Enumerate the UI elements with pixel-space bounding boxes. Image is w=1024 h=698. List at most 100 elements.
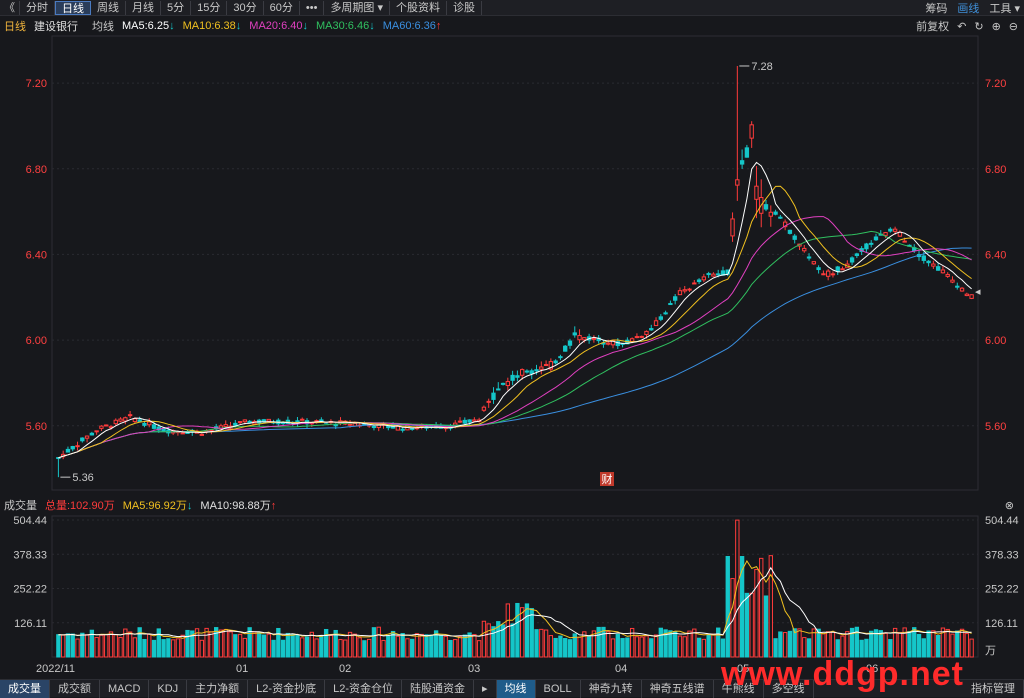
tab-main-net[interactable]: 主力净额 [187,679,249,698]
tab-zhouxian[interactable]: 周线 [91,0,126,15]
volume-bar [161,639,166,658]
candle-body [147,421,152,426]
ma-label[interactable]: 均线 [92,18,114,34]
candle-body [261,419,267,423]
tab-kdj[interactable]: KDJ [149,679,188,698]
volume-bar [194,628,200,658]
volume-bar [629,627,635,658]
volume-bar [572,633,577,658]
candle-body [739,160,745,165]
tab-indicator-manage[interactable]: 指标管理 [963,679,1024,698]
zoom-in-icon[interactable]: ⊕ [992,20,1001,33]
chips-button[interactable]: 筹码 [925,0,947,16]
ma30-value: MA30:6.46↓ [316,20,375,32]
tab-boll[interactable]: BOLL [536,679,581,698]
tab-ma[interactable]: 均线 [496,679,536,698]
tab-yuexian[interactable]: 月线 [126,0,161,15]
draw-line-button[interactable]: 画线 [957,0,979,16]
volume-ma10-line [58,566,972,638]
multi-period-dropdown[interactable]: 多周期图 ▾ [324,0,391,15]
tab-volume[interactable]: 成交量 [0,679,50,698]
diagnose-button[interactable]: 诊股 [447,0,483,15]
candle-body [897,231,903,237]
tab-30min[interactable]: 30分 [227,0,264,15]
volume-bar [687,630,692,658]
undo-icon[interactable]: ↶ [957,20,966,33]
reset-icon[interactable]: ↻ [974,20,983,33]
close-icon[interactable]: ⊗ [1005,499,1014,512]
volume-bar [453,639,458,658]
volume-bar [500,624,506,658]
candle-body [156,426,161,431]
candle-body [333,424,338,427]
candle-body [424,424,429,429]
more-button[interactable]: ••• [300,0,325,15]
tab-turnover[interactable]: 成交额 [50,679,100,698]
volume-info: 成交量 总量:102.90万 MA5:96.92万↓ MA10:98.88万↑ … [0,497,1024,513]
volume-bar [462,634,467,658]
candle-body [869,242,874,245]
candle-body [366,424,372,427]
candle-body [524,370,530,373]
candle-body [644,330,649,336]
volume-tick-left: 378.33 [13,549,47,561]
tab-fenshi[interactable]: 分时 [20,0,55,15]
candle-body [935,266,941,271]
candle-body [304,420,310,425]
tab-l2-bottom[interactable]: L2-资金抄底 [248,679,326,698]
volume-bar [792,628,797,658]
price-chart[interactable]: 7.20 7.20 6.80 6.80 6.40 6.40 6.00 6.00 5.60 5.60… [0,0,1024,697]
price-tick-right: 5.60 [985,421,1006,433]
tab-60min[interactable]: 60分 [264,0,300,15]
candle-body [931,263,936,267]
candle-body [634,336,640,339]
tab-five-line[interactable]: 神奇五线谱 [642,679,714,698]
candle-body [682,289,687,292]
volume-bar [907,630,912,658]
volume-bar [65,633,71,658]
volume-bar [596,626,601,658]
price-tick-right: 6.40 [985,249,1006,261]
candle-body [371,425,377,429]
candle-body [625,339,630,345]
candle-body [386,425,391,429]
stock-profile-button[interactable]: 个股资料 [390,0,448,15]
tab-macd[interactable]: MACD [100,679,150,698]
candle-body [749,124,754,139]
zoom-out-icon[interactable]: ⊖ [1009,20,1018,33]
candle-body [510,374,515,381]
tab-5min[interactable]: 5分 [161,0,192,15]
volume-bar [744,592,750,658]
tab-northbound[interactable]: 陆股通资金 [402,679,474,698]
volume-bar [519,607,525,658]
volume-bar [577,636,582,658]
tab-15min[interactable]: 15分 [191,0,228,15]
candle-body [725,269,730,275]
volume-bar [190,630,195,658]
candle-body [295,420,300,424]
volume-bar [940,627,946,658]
tools-dropdown[interactable]: 工具 ▾ [989,0,1020,16]
volume-bar [319,635,324,658]
back-button[interactable]: 《 [0,0,20,15]
candle-body [692,282,697,285]
volume-bar [668,630,673,658]
candle-body [70,446,75,450]
volume-bar [735,519,740,658]
candle-body [529,370,534,374]
tab-l2-position[interactable]: L2-资金仓位 [325,679,402,698]
volume-bar [830,631,836,658]
volume-bar [878,630,883,658]
adjust-label[interactable]: 前复权 [916,18,949,34]
candle-body [606,342,611,345]
candle-body [80,437,85,442]
tab-nine[interactable]: 神奇九转 [581,679,642,698]
volume-bar [261,634,267,658]
scroll-right-icon[interactable]: ▸ [474,679,497,698]
x-tick-label: 02 [339,663,351,675]
volume-bar [395,635,401,658]
candle-body [223,424,228,428]
volume-unit-label: 万 [985,645,996,657]
candle-body [615,341,620,347]
tab-rixian[interactable]: 日线 [55,0,91,15]
